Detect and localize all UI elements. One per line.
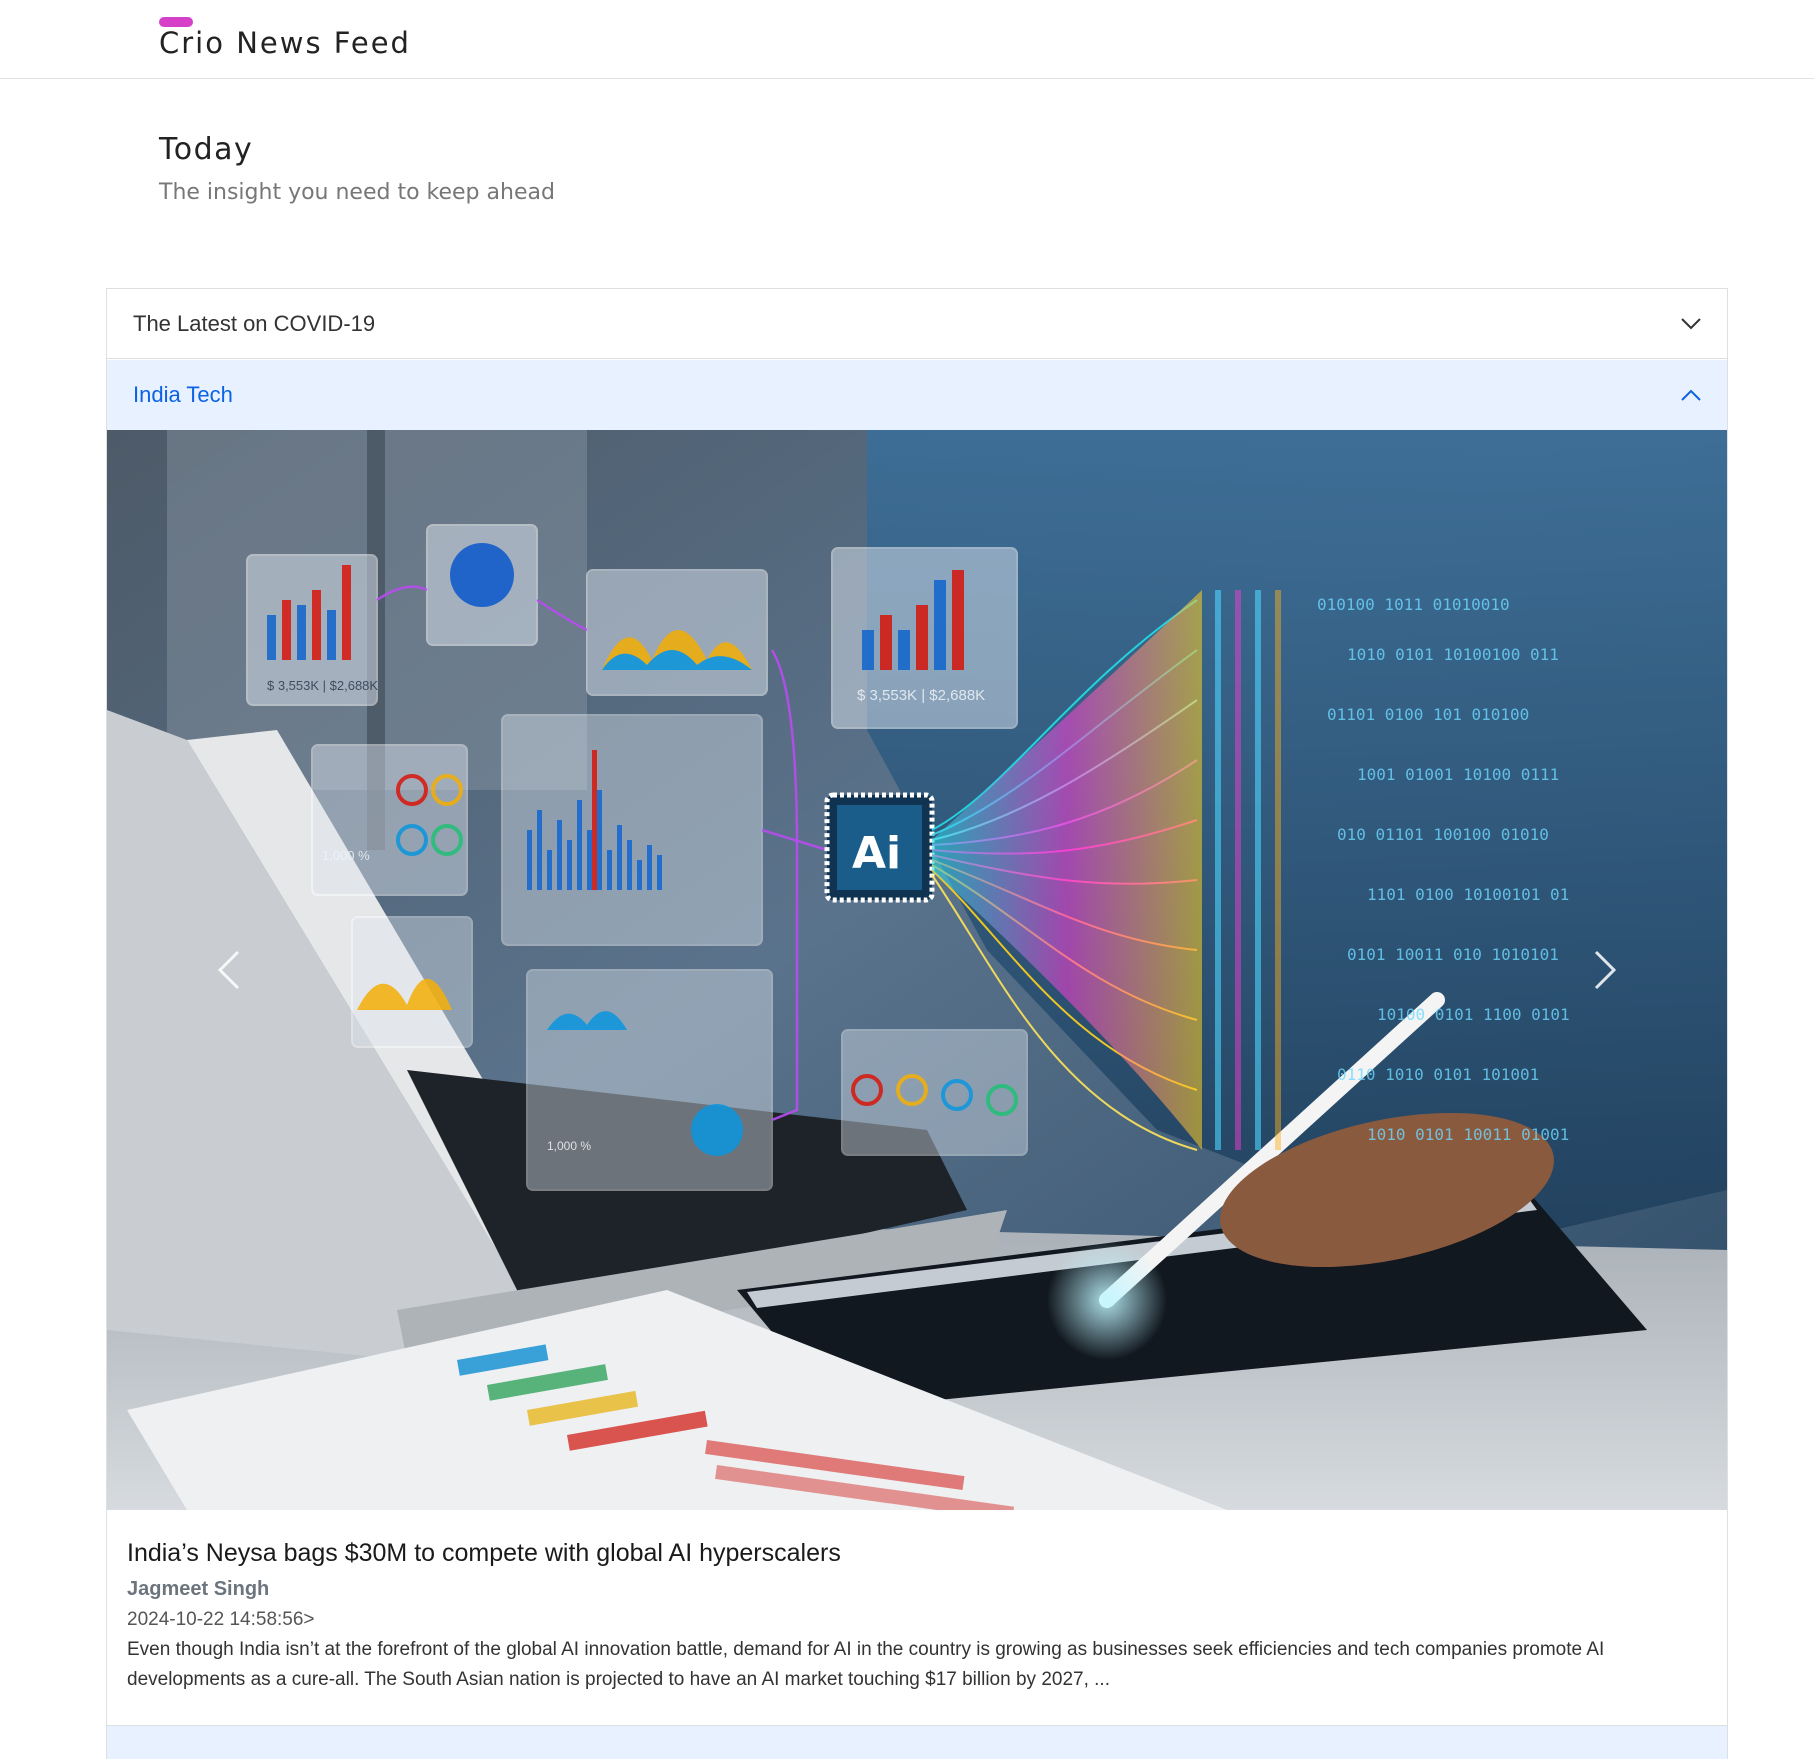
article-image[interactable]: $ 3,553K | $2,688K $ 3,553K | $2,688K 1,…	[107, 430, 1727, 1510]
panel-value-2: 1,000 %	[322, 848, 370, 863]
news-accordion: The Latest on COVID-19 India Tech $ 3,55…	[106, 288, 1728, 1759]
news-carousel: $ 3,553K | $2,688K $ 3,553K | $2,688K 1,…	[107, 430, 1727, 1510]
svg-text:10100 0101 1100 0101: 10100 0101 1100 0101	[1377, 1005, 1570, 1024]
svg-text:1010 0101 10100100 011: 1010 0101 10100100 011	[1347, 645, 1559, 664]
article-author: Jagmeet Singh	[127, 1578, 270, 1600]
chevron-up-icon	[1681, 389, 1701, 401]
svg-text:0110 1010 0101 101001: 0110 1010 0101 101001	[1337, 1065, 1539, 1084]
svg-text:010 01101 100100 01010: 010 01101 100100 01010	[1337, 825, 1549, 844]
svg-text:01101 0100 101 010100: 01101 0100 101 010100	[1327, 705, 1529, 724]
panel-value-1: $ 3,553K | $2,688K	[267, 678, 378, 693]
article-description: Even though India isn’t at the forefront…	[127, 1639, 1605, 1690]
chevron-down-icon	[1681, 318, 1701, 330]
ai-chip-graphic: Ai	[824, 792, 935, 903]
svg-text:1101 0100 10100101 01: 1101 0100 10100101 01	[1367, 885, 1569, 904]
article-date: 2024-10-22 14:58:56>	[127, 1609, 315, 1630]
svg-text:010100 1011 01010010: 010100 1011 01010010	[1317, 595, 1510, 614]
accordion-header-label: The Latest on COVID-19	[133, 310, 376, 336]
page-title: Today	[159, 132, 254, 167]
svg-text:1001 01001 10100 0111: 1001 01001 10100 0111	[1357, 765, 1559, 784]
page-subtitle: The insight you need to keep ahead	[159, 180, 555, 205]
panel-value-3: $ 3,553K | $2,688K	[857, 687, 985, 704]
brand-logo-link[interactable]: Crio News Feed	[159, 22, 411, 64]
carousel-next-button[interactable]	[1565, 930, 1645, 1010]
svg-text:1010 0101 10011 01001: 1010 0101 10011 01001	[1367, 1125, 1569, 1144]
carousel-prev-button[interactable]	[189, 930, 269, 1010]
chevron-right-icon	[1594, 950, 1617, 990]
accordion-header-india-tech[interactable]: India Tech	[107, 360, 1727, 430]
accordion-header-next[interactable]	[107, 1725, 1727, 1759]
chevron-left-icon	[217, 950, 240, 990]
top-navbar: Crio News Feed	[0, 0, 1814, 79]
accordion-header-covid[interactable]: The Latest on COVID-19	[107, 289, 1727, 359]
svg-text:0101 10011 010 1010101: 0101 10011 010 1010101	[1347, 945, 1559, 964]
article-title-link[interactable]: India’s Neysa bags $30M to compete with …	[127, 1535, 841, 1571]
chip-text: Ai	[852, 828, 901, 879]
accordion-header-label: India Tech	[133, 382, 233, 407]
panel-value-4: 1,000 %	[547, 1139, 591, 1153]
